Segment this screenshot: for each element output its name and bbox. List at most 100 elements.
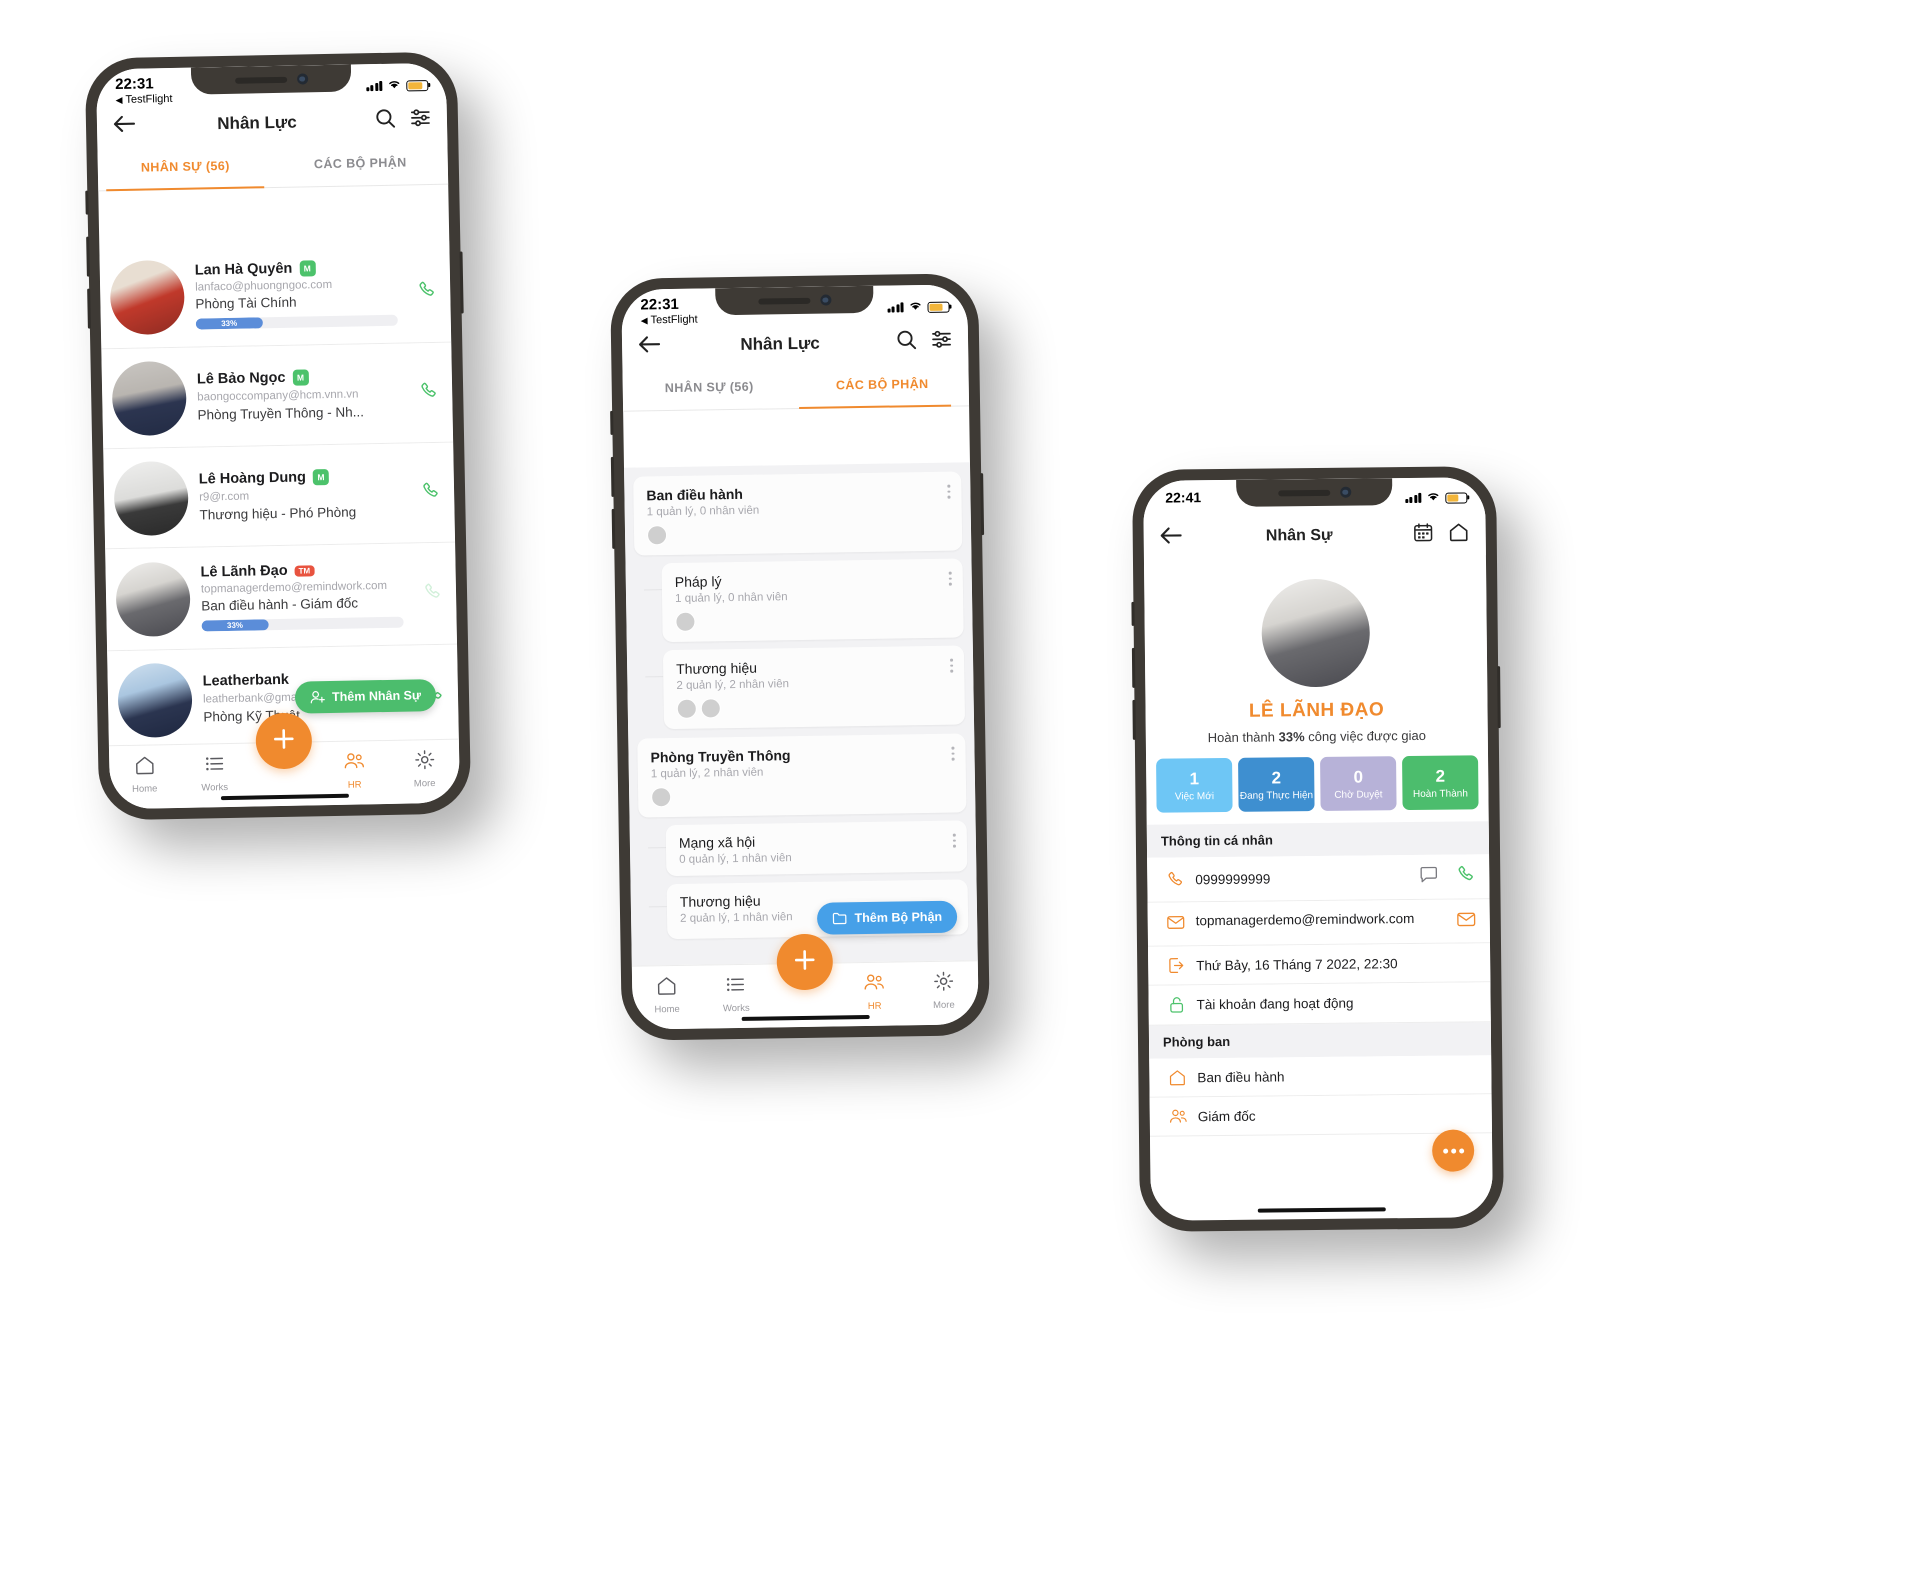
department-name: Ban điều hành — [646, 485, 744, 504]
status-badge: M — [312, 469, 330, 486]
email-address: topmanagerdemo@remindwork.com — [1195, 910, 1415, 929]
call-icon[interactable] — [423, 581, 442, 605]
tab-cac-bo-phan[interactable]: CÁC BỘ PHẬN — [272, 143, 448, 188]
department-card[interactable]: Thương hiệu 2 quản lý, 2 nhân viên — [662, 645, 966, 730]
mute-switch[interactable] — [1131, 601, 1135, 626]
tab-nhan-su[interactable]: NHÂN SỰ (56) — [97, 146, 273, 191]
stat-number: 0 — [1353, 767, 1364, 787]
nav-item-hr[interactable]: HR — [840, 971, 910, 1012]
profile-scroll[interactable]: LÊ LÃNH ĐẠO Hoàn thành 33% công việc đượ… — [1144, 561, 1493, 1201]
department-sub: 1 quản lý, 0 nhân viên — [674, 591, 788, 605]
people-icon — [863, 972, 885, 998]
department-menu-icon[interactable] — [949, 571, 952, 586]
list-item[interactable]: Lê Lãnh Đạo TM topmanagerdemo@remindwork… — [105, 542, 458, 652]
power-button[interactable] — [1497, 666, 1501, 729]
plus-icon — [271, 725, 298, 756]
mute-switch[interactable] — [610, 410, 614, 435]
volume-down-button[interactable] — [1132, 699, 1136, 740]
summary-value: 33% — [1278, 729, 1305, 745]
back-arrow-icon[interactable] — [638, 335, 664, 358]
call-icon[interactable] — [1456, 864, 1475, 888]
call-icon[interactable] — [419, 380, 438, 404]
filter-icon[interactable] — [410, 107, 431, 133]
department-menu-icon[interactable] — [947, 484, 951, 499]
people-icon — [1164, 1107, 1192, 1125]
employee-list[interactable]: Lan Hà Quyên M lanfaco@phuongngoc.com Ph… — [99, 240, 459, 746]
stat-completed[interactable]: 2 Hoàn Thành — [1402, 755, 1479, 811]
profile-name: LÊ LÃNH ĐẠO — [1248, 699, 1385, 722]
tab-nhan-su[interactable]: NHÂN SỰ (56) — [622, 367, 796, 412]
department-card[interactable]: Pháp lý 1 quản lý, 0 nhân viên — [661, 558, 964, 643]
list-item[interactable]: Lê Hoàng Dung M r9@r.com Thương hiệu - P… — [103, 442, 456, 550]
home-icon — [1163, 1068, 1191, 1086]
mail-action-icon[interactable] — [1457, 911, 1476, 932]
volume-down-button[interactable] — [87, 288, 91, 329]
list-item[interactable]: Lan Hà Quyên M lanfaco@phuongngoc.com Ph… — [99, 240, 452, 350]
volume-down-button[interactable] — [611, 508, 616, 549]
stat-pending-approval[interactable]: 0 Chờ Duyệt — [1320, 756, 1397, 811]
stat-label: Chờ Duyệt — [1334, 788, 1383, 801]
nav-item-more[interactable]: More — [389, 749, 460, 790]
dept-row-giam-doc[interactable]: Giám đốc — [1149, 1094, 1492, 1137]
dept-row-ban-dieu-hanh[interactable]: Ban điều hành — [1149, 1055, 1492, 1098]
nav-label: HR — [867, 1000, 882, 1012]
add-person-icon — [310, 690, 326, 704]
call-icon[interactable] — [421, 480, 440, 504]
department-card[interactable]: Phòng Truyền Thông 1 quản lý, 2 nhân viê… — [637, 733, 967, 818]
progress-bar: 33% — [201, 616, 404, 632]
back-arrow-icon[interactable] — [113, 114, 139, 137]
more-actions-fab[interactable] — [1431, 1129, 1475, 1172]
phone-2-departments: 22:31 ◀ TestFlight Nhân Lực NHÂN SỰ (56)… — [610, 273, 990, 1041]
department-menu-icon[interactable] — [950, 658, 954, 673]
add-employee-button[interactable]: Thêm Nhân Sự — [294, 679, 437, 714]
power-button[interactable] — [459, 251, 464, 314]
filter-icon[interactable] — [931, 329, 952, 355]
nav-label: HR — [347, 779, 362, 791]
nav-item-more[interactable]: More — [909, 970, 979, 1011]
tab-cac-bo-phan[interactable]: CÁC BỘ PHẬN — [795, 364, 969, 409]
department-menu-icon[interactable] — [951, 746, 955, 761]
notch — [190, 64, 352, 95]
gear-icon — [933, 971, 954, 997]
stat-number: 1 — [1189, 768, 1200, 788]
list-item[interactable]: Lê Bảo Ngọc M baongoccompany@hcm.vnn.vn … — [101, 342, 454, 450]
nav-item-works[interactable]: Works — [179, 753, 250, 794]
power-button[interactable] — [980, 473, 985, 536]
search-icon[interactable] — [896, 329, 917, 355]
department-card[interactable]: Ban điều hành 1 quản lý, 0 nhân viên — [633, 471, 963, 556]
volume-up-button[interactable] — [610, 456, 615, 497]
home-indicator — [1257, 1207, 1386, 1213]
add-department-label: Thêm Bộ Phận — [854, 909, 943, 926]
nav-item-home[interactable]: Home — [632, 975, 702, 1016]
nav-item-hr[interactable]: HR — [319, 750, 390, 791]
volume-up-button[interactable] — [86, 236, 90, 277]
page-title: Nhân Sự — [1265, 526, 1333, 545]
employee-dept: Thương hiệu - Phó Phòng — [199, 504, 357, 523]
home-icon[interactable] — [1448, 521, 1470, 547]
info-row-phone[interactable]: 0999999999 — [1147, 854, 1490, 903]
department-list[interactable]: Ban điều hành 1 quản lý, 0 nhân viên Phá… — [624, 462, 978, 966]
department-card[interactable]: Mạng xã hội 0 quản lý, 1 nhân viên — [665, 820, 968, 877]
account-status-value: Tài khoản đang hoạt động — [1196, 995, 1354, 1013]
add-department-button[interactable]: Thêm Bộ Phận — [817, 900, 958, 935]
avatar — [111, 360, 187, 436]
avatar — [115, 561, 191, 637]
call-icon[interactable] — [417, 279, 436, 303]
list-icon — [204, 753, 225, 779]
nav-item-works[interactable]: Works — [701, 974, 771, 1015]
home-icon — [134, 754, 155, 780]
volume-up-button[interactable] — [1131, 647, 1136, 688]
info-row-email[interactable]: topmanagerdemo@remindwork.com — [1147, 899, 1490, 947]
stat-new-tasks[interactable]: 1 Việc Mới — [1156, 757, 1233, 813]
employee-dept: Ban điều hành - Giám đốc — [201, 595, 359, 614]
nav-item-home[interactable]: Home — [109, 754, 180, 795]
chat-icon[interactable] — [1419, 865, 1438, 888]
back-arrow-icon[interactable] — [1160, 526, 1186, 549]
calendar-icon[interactable] — [1413, 522, 1434, 548]
department-name: Mạng xã hội — [678, 833, 756, 851]
stat-in-progress[interactable]: 2 Đang Thực Hiện — [1238, 757, 1315, 812]
search-icon[interactable] — [375, 108, 396, 134]
mute-switch[interactable] — [85, 190, 89, 215]
department-menu-icon[interactable] — [953, 833, 957, 848]
employee-email: lanfaco@phuongngoc.com — [195, 278, 333, 294]
